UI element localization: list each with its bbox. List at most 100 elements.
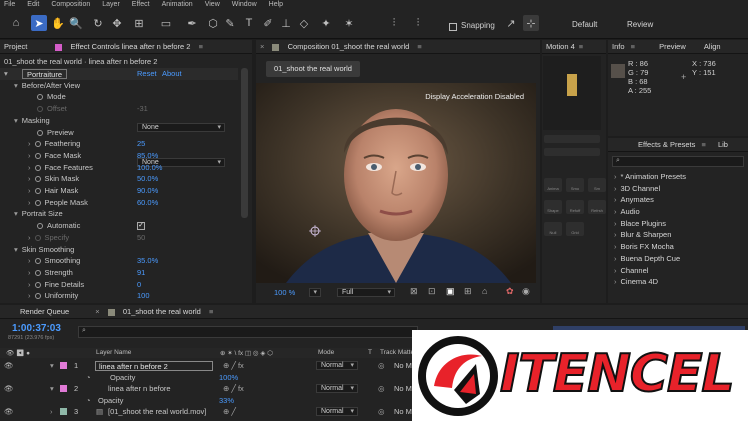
layer-switches-icons[interactable]: ⊕ ╱ fx [223, 383, 244, 395]
type-tool-icon[interactable]: T [241, 15, 257, 31]
workspace-default[interactable]: Default [572, 20, 597, 29]
home-icon[interactable]: ⌂ [8, 15, 24, 31]
tab-info[interactable]: Info [612, 42, 625, 51]
rectangle-tool-icon[interactable]: ▭ [158, 15, 174, 31]
layer-name[interactable]: linea after n before [108, 383, 171, 395]
align-center-icon[interactable]: ⫶ [410, 15, 426, 31]
stopwatch-icon[interactable] [37, 129, 43, 136]
col-track-matte[interactable]: Track Matte [380, 349, 414, 356]
stopwatch-icon[interactable]: ◔ [86, 395, 91, 407]
effects-item[interactable]: › Cinema 4D [608, 276, 748, 288]
close-tab-icon[interactable]: × [260, 42, 264, 51]
opacity-value[interactable]: 33% [219, 395, 234, 407]
people-mask-value[interactable]: 60.0% [137, 197, 158, 209]
stopwatch-icon[interactable] [34, 176, 41, 183]
effects-item[interactable]: › Blace Plugins [608, 218, 748, 230]
effects-item[interactable]: › Anymates [608, 194, 748, 206]
motion-slider[interactable] [544, 135, 600, 143]
layer-label-color[interactable] [60, 408, 67, 415]
skin-mask-value[interactable]: 50.0% [137, 173, 158, 185]
menu-animation[interactable]: Animation [162, 0, 193, 9]
pan-behind-tool-icon[interactable]: ⊞ [131, 15, 147, 31]
cube-icon[interactable]: ⬡ [205, 15, 221, 31]
stopwatch-icon[interactable] [34, 164, 41, 171]
hand-tool-icon[interactable]: ✋ [50, 15, 66, 31]
menu-help[interactable]: Help [269, 0, 283, 9]
motion-btn-null[interactable]: Null [544, 222, 562, 236]
table-row[interactable]: 👁 › 3 ▤ [01_shoot the real world.mov] ⊕ … [0, 406, 420, 418]
snap-options-icon[interactable]: ⊹ [523, 15, 539, 31]
layer-mode-dropdown[interactable]: Normal [316, 407, 358, 416]
stopwatch-icon[interactable] [34, 269, 41, 276]
roto-brush-icon[interactable]: ✦ [318, 15, 334, 31]
expand-icon[interactable]: › [28, 163, 31, 172]
layer-name[interactable]: linea after n before 2 [95, 361, 213, 371]
effects-item[interactable]: › Channel [608, 265, 748, 277]
mode-dropdown[interactable]: None [137, 122, 225, 132]
expand-icon[interactable]: › [28, 198, 31, 207]
expand-icon[interactable]: › [28, 268, 31, 277]
stopwatch-icon[interactable] [34, 199, 41, 206]
mask-visibility-icon[interactable]: ▣ [446, 286, 455, 297]
feathering-value[interactable]: 25 [137, 138, 145, 150]
panel-menu-icon[interactable]: ≡ [631, 42, 635, 51]
stopwatch-icon[interactable] [34, 152, 41, 159]
panel-menu-icon[interactable]: ≡ [579, 42, 583, 51]
tab-libraries[interactable]: Lib [718, 140, 728, 149]
selection-tool-icon[interactable]: ➤ [31, 15, 47, 31]
composition-viewer[interactable]: Display Acceleration Disabled [256, 83, 536, 283]
group-skin-smoothing[interactable]: ▾ Skin Smoothing [14, 244, 74, 256]
effect-name[interactable]: Portraiture [22, 69, 68, 79]
region-of-interest-icon[interactable]: ⊠ [410, 286, 418, 297]
tab-effect-controls[interactable]: Effect Controls linea after n before 2 [71, 42, 191, 51]
tab-preview[interactable]: Preview [659, 42, 686, 51]
rotate-tool-icon[interactable]: ↻ [90, 15, 106, 31]
menu-composition[interactable]: Composition [51, 0, 90, 9]
expand-icon[interactable]: ▾ [50, 383, 54, 395]
track-matte-icon[interactable]: ◎ [378, 360, 385, 372]
snap-arrow-icon[interactable]: ↗ [503, 15, 519, 31]
panel-menu-icon[interactable]: ≡ [199, 42, 203, 51]
menu-view[interactable]: View [205, 0, 220, 9]
menu-file[interactable]: File [4, 0, 15, 9]
stopwatch-icon[interactable] [37, 94, 43, 101]
track-matte-value[interactable]: No M [394, 383, 412, 395]
motion-slider-2[interactable] [544, 148, 600, 156]
visibility-eye-icon[interactable]: 👁 [4, 406, 14, 418]
stopwatch-icon[interactable] [34, 293, 41, 300]
zoom-value[interactable]: 100 % [274, 288, 295, 297]
align-left-icon[interactable]: ⫶ [386, 15, 402, 31]
timeline-search-input[interactable]: ⌕ [78, 326, 418, 338]
close-tab-icon[interactable]: × [95, 307, 99, 316]
fx-expand-icon[interactable]: ▾ [4, 68, 8, 80]
tab-composition[interactable]: Composition 01_shoot the real world [288, 42, 410, 51]
layer-label-color[interactable] [60, 362, 67, 369]
effects-item[interactable]: › Blur & Sharpen [608, 229, 748, 241]
stopwatch-icon[interactable] [34, 258, 41, 265]
color-channel-icon[interactable]: ✿ [506, 286, 514, 297]
col-mode[interactable]: Mode [318, 349, 334, 356]
uniformity-value[interactable]: 100 [137, 290, 150, 302]
tab-motion[interactable]: Motion 4 [546, 42, 575, 51]
track-matte-icon[interactable]: ◎ [378, 406, 385, 418]
effect-controls-scrollbar[interactable] [241, 68, 248, 218]
menu-edit[interactable]: Edit [27, 0, 39, 9]
effects-item[interactable]: › Buena Depth Cue [608, 253, 748, 265]
zoom-dropdown[interactable] [309, 288, 321, 297]
opacity-value[interactable]: 100% [219, 372, 238, 384]
track-matte-value[interactable]: No M [394, 406, 412, 418]
eraser-tool-icon[interactable]: ◇ [296, 15, 312, 31]
tab-render-queue[interactable]: Render Queue [20, 307, 69, 316]
workspace-review[interactable]: Review [627, 20, 653, 29]
expand-icon[interactable]: › [28, 139, 31, 148]
effects-item[interactable]: › Audio [608, 206, 748, 218]
menu-window[interactable]: Window [232, 0, 257, 9]
effects-item[interactable]: › Boris FX Mocha [608, 241, 748, 253]
track-matte-icon[interactable]: ◎ [378, 383, 385, 395]
effects-item[interactable]: › 3D Channel [608, 183, 748, 195]
layer-switches-icons[interactable]: ⊕ ╱ fx [223, 360, 244, 372]
expand-icon[interactable]: › [50, 406, 53, 418]
strength-value[interactable]: 91 [137, 267, 145, 279]
menu-layer[interactable]: Layer [102, 0, 120, 9]
motion-curve-area[interactable] [543, 56, 601, 130]
